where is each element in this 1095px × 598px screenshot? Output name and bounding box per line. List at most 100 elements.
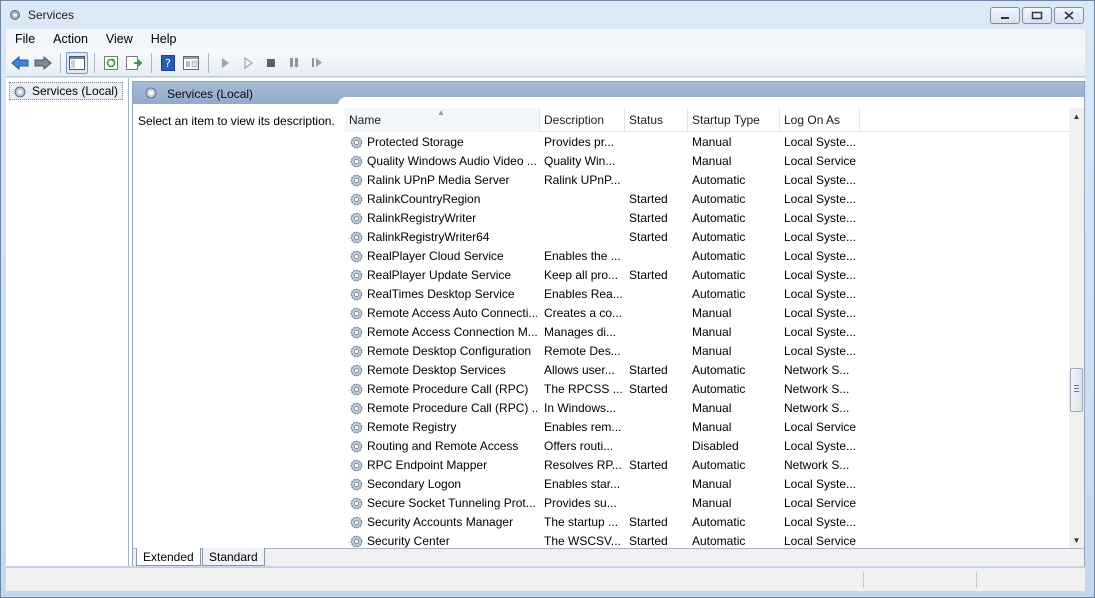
toolbar-separator [94,52,95,73]
service-startup-type: Manual [692,496,732,510]
tab-standard[interactable]: Standard [202,548,265,566]
service-description: Creates a co... [544,306,622,320]
service-startup-type: Manual [692,401,732,415]
table-row[interactable]: Security Center The WSCSV... Started Automa… [345,532,1069,548]
table-row[interactable]: Remote Desktop Services Allows user... Sta… [345,361,1069,380]
service-status [629,323,685,342]
service-name: Remote Procedure Call (RPC) [367,382,529,396]
table-row[interactable]: Remote Access Connection M... Manages di.… [345,323,1069,342]
properties-button[interactable] [180,52,202,74]
column-header-startup-type[interactable]: Startup Type [688,108,780,132]
table-row[interactable]: Quality Windows Audio Video ... Quality W… [345,152,1069,171]
table-row[interactable]: RalinkRegistryWriter Started Automatic Loca… [345,209,1069,228]
start-service-alt-button[interactable] [237,52,259,74]
table-row[interactable]: RealTimes Desktop Service Enables Rea... A… [345,285,1069,304]
service-log-on-as: Local Syste... [784,306,857,320]
table-row[interactable]: Protected Storage Provides pr... Manual Loc… [345,133,1069,152]
stop-service-icon [267,58,275,67]
column-header-log-on-as[interactable]: Log On As [780,108,860,132]
service-startup-type: Automatic [692,268,746,282]
table-row[interactable]: Remote Desktop Configuration Remote Des..… [345,342,1069,361]
menu-file[interactable]: File [6,32,44,46]
table-row[interactable]: Remote Access Auto Connecti... Creates a … [345,304,1069,323]
table-row[interactable]: Routing and Remote Access Offers routi...… [345,437,1069,456]
service-gear-icon [349,382,364,400]
show-hide-tree-button[interactable] [66,51,88,74]
service-startup-type: Manual [692,344,732,358]
export-list-button[interactable] [123,52,145,74]
menu-help[interactable]: Help [142,32,186,46]
service-description: Enables the ... [544,249,621,263]
refresh-icon [104,55,118,70]
table-row[interactable]: Ralink UPnP Media Server Ralink UPnP... Au… [345,171,1069,190]
services-gear-icon [144,86,158,103]
help-button[interactable]: ? [157,52,179,74]
service-log-on-as: Local Syste... [784,192,857,206]
window-title: Services [28,8,75,22]
service-log-on-as: Local Syste... [784,211,857,225]
table-row[interactable]: Secondary Logon Enables star... Manual Loca… [345,475,1069,494]
back-button[interactable] [9,52,31,74]
service-description: Quality Win... [544,154,616,168]
service-gear-icon [349,439,364,457]
refresh-button[interactable] [100,52,122,74]
service-gear-icon [349,534,364,548]
toolbar: ? [6,49,1085,77]
close-icon [1064,11,1074,20]
table-row[interactable]: Secure Socket Tunneling Prot... Provides … [345,494,1069,513]
title-bar[interactable]: Services [1,1,1094,29]
table-row[interactable]: Remote Procedure Call (RPC) The RPCSS ...… [345,380,1069,399]
service-description: Ralink UPnP... [544,173,621,187]
help-icon: ? [161,54,175,71]
column-header-name[interactable]: ▲ Name [345,108,540,132]
table-row[interactable]: Remote Procedure Call (RPC) ... In Window… [345,399,1069,418]
forward-button[interactable] [32,52,54,74]
service-description: The WSCSV... [544,534,621,548]
table-row[interactable]: RealPlayer Cloud Service Enables the ... A… [345,247,1069,266]
start-service-button[interactable] [214,52,236,74]
service-status: Started [629,363,668,377]
tree-item-services-local[interactable]: Services (Local) [9,82,124,100]
column-header-description[interactable]: Description [540,108,625,132]
service-startup-type: Disabled [692,439,739,453]
table-row[interactable]: RPC Endpoint Mapper Resolves RP... Started… [345,456,1069,475]
service-gear-icon [349,515,364,533]
status-bar [6,567,1085,591]
service-name: RealPlayer Update Service [367,268,512,282]
scrollbar-thumb[interactable] [1070,368,1083,412]
stop-service-button[interactable] [260,52,282,74]
vertical-scrollbar[interactable]: ▲ ▼ [1069,108,1084,548]
service-log-on-as: Local Syste... [784,230,857,244]
service-status [629,342,685,361]
tab-extended[interactable]: Extended [136,548,201,566]
close-button[interactable] [1054,7,1084,24]
menu-action[interactable]: Action [44,32,97,46]
service-log-on-as: Network S... [784,382,850,396]
column-header-status[interactable]: Status [625,108,688,132]
table-row[interactable]: RalinkCountryRegion Started Automatic Local… [345,190,1069,209]
service-gear-icon [349,192,364,210]
table-row[interactable]: RalinkRegistryWriter64 Started Automatic Lo… [345,228,1069,247]
service-status [629,494,685,513]
table-row[interactable]: RealPlayer Update Service Keep all pro...… [345,266,1069,285]
service-description: Enables Rea... [544,287,622,301]
restart-service-button[interactable] [306,52,328,74]
service-description: Offers routi... [544,439,614,453]
minimize-button[interactable] [990,7,1020,24]
table-row[interactable]: Remote Registry Enables rem... Manual Local… [345,418,1069,437]
service-startup-type: Automatic [692,515,746,529]
service-startup-type: Manual [692,325,732,339]
start-service-alt-icon [244,56,253,69]
pause-service-icon [290,58,298,67]
service-description [544,228,622,247]
scroll-up-arrow-icon[interactable]: ▲ [1069,108,1084,124]
service-description [544,209,622,228]
table-row[interactable]: Security Accounts Manager The startup ...… [345,513,1069,532]
scroll-down-arrow-icon[interactable]: ▼ [1069,532,1084,548]
maximize-button[interactable] [1022,7,1052,24]
pause-service-button[interactable] [283,52,305,74]
menu-view[interactable]: View [97,32,142,46]
services-rows: Protected Storage Provides pr... Manual Loc… [345,133,1069,548]
svg-text:?: ? [165,57,171,70]
service-startup-type: Manual [692,477,732,491]
